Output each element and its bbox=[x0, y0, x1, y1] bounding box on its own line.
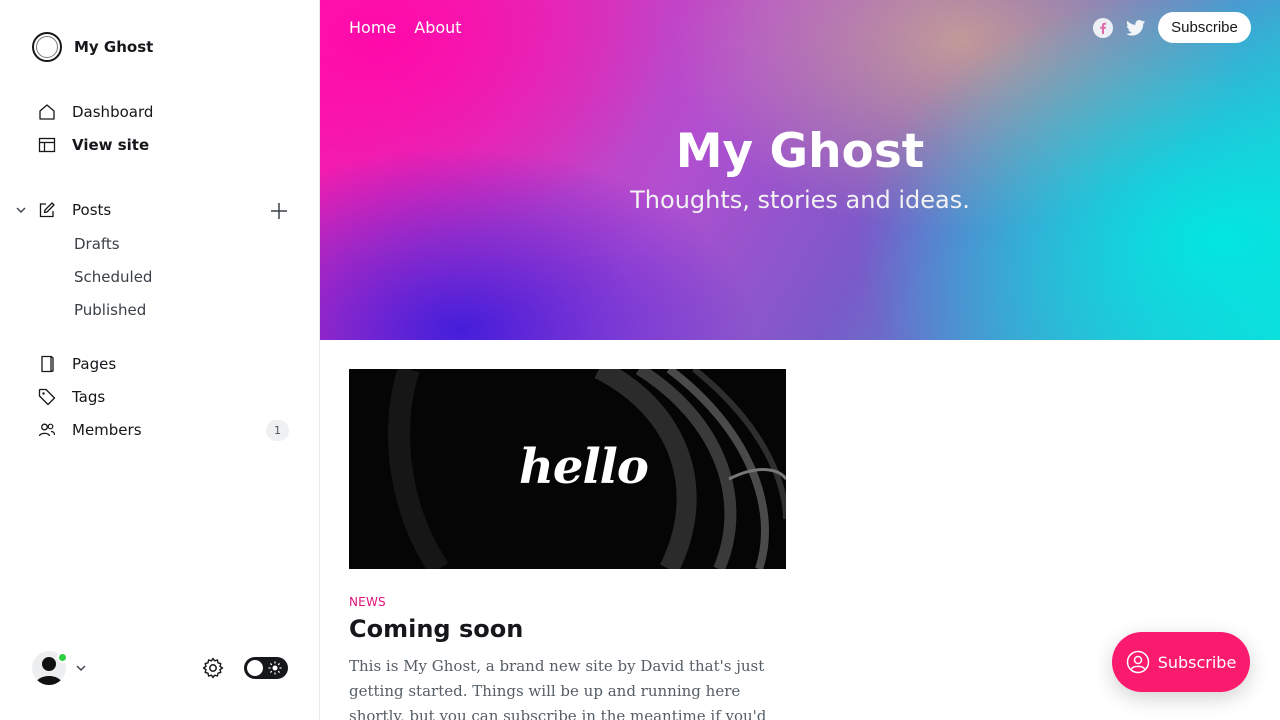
members-count-badge: 1 bbox=[266, 420, 289, 441]
nav-dashboard-label: Dashboard bbox=[72, 103, 154, 121]
tag-icon bbox=[38, 388, 56, 406]
nav-view-site[interactable]: View site bbox=[38, 136, 149, 154]
header-subscribe-button[interactable]: Subscribe bbox=[1158, 12, 1251, 43]
site-title: My Ghost bbox=[675, 124, 925, 179]
nav-dashboard[interactable]: Dashboard bbox=[38, 103, 153, 121]
facebook-icon[interactable] bbox=[1093, 18, 1113, 38]
admin-sidebar: My Ghost Dashboard View site Posts Draft… bbox=[0, 0, 320, 720]
brand-name: My Ghost bbox=[74, 38, 154, 56]
chevron-down-icon[interactable] bbox=[74, 661, 88, 675]
post-tag[interactable]: NEWS bbox=[349, 595, 386, 609]
new-post-plus-icon[interactable] bbox=[269, 201, 289, 221]
portal-subscribe-label: Subscribe bbox=[1157, 652, 1237, 672]
post-feature-image[interactable]: hello bbox=[349, 369, 786, 569]
site-preview: Home About Subscribe My Ghost Thoughts, … bbox=[320, 0, 1280, 720]
site-logo-icon bbox=[32, 32, 62, 62]
nav-pages[interactable]: Pages bbox=[38, 355, 116, 373]
site-description: Thoughts, stories and ideas. bbox=[630, 186, 970, 214]
toggle-knob bbox=[247, 660, 263, 676]
site-nav-about[interactable]: About bbox=[414, 18, 461, 37]
user-circle-icon bbox=[1126, 650, 1149, 674]
nav-posts[interactable]: Posts bbox=[38, 201, 111, 219]
site-nav: Home About bbox=[349, 18, 462, 37]
chevron-down-icon[interactable] bbox=[14, 203, 28, 217]
post-title[interactable]: Coming soon bbox=[349, 615, 523, 643]
nav-scheduled[interactable]: Scheduled bbox=[74, 268, 152, 286]
nav-tags[interactable]: Tags bbox=[38, 388, 105, 406]
home-icon bbox=[38, 103, 56, 121]
layout-icon bbox=[38, 136, 56, 154]
nav-published[interactable]: Published bbox=[74, 301, 146, 319]
gear-icon[interactable] bbox=[201, 656, 225, 680]
twitter-icon[interactable] bbox=[1126, 19, 1146, 37]
portal-subscribe-button[interactable]: Subscribe bbox=[1112, 632, 1250, 692]
dark-mode-toggle[interactable] bbox=[244, 657, 288, 679]
nav-view-site-label: View site bbox=[72, 136, 150, 154]
page-icon bbox=[38, 355, 56, 373]
post-excerpt: This is My Ghost, a brand new site by Da… bbox=[349, 657, 767, 720]
brand[interactable]: My Ghost bbox=[32, 32, 153, 62]
nav-pages-label: Pages bbox=[72, 355, 117, 373]
online-status-dot bbox=[57, 652, 68, 663]
site-nav-home[interactable]: Home bbox=[349, 18, 396, 37]
nav-tags-label: Tags bbox=[72, 388, 106, 406]
nav-posts-label: Posts bbox=[72, 201, 112, 219]
site-hero: Home About Subscribe My Ghost Thoughts, … bbox=[320, 0, 1280, 340]
members-icon bbox=[38, 421, 56, 439]
edit-icon bbox=[38, 201, 56, 219]
post-image-text: hello bbox=[519, 439, 649, 495]
nav-members[interactable]: Members bbox=[38, 421, 142, 439]
nav-drafts[interactable]: Drafts bbox=[74, 235, 120, 253]
sun-icon bbox=[268, 661, 282, 675]
nav-members-label: Members bbox=[72, 421, 142, 439]
